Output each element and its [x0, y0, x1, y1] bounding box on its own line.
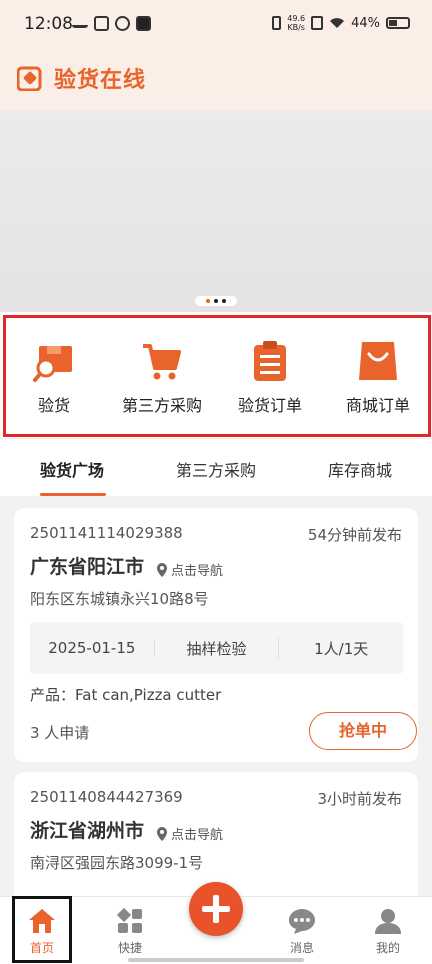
nav-label: 我的: [375, 941, 400, 955]
order-number: 2501141114029388: [30, 524, 183, 542]
nav-label: 快捷: [117, 941, 142, 955]
app-logo-icon: [17, 66, 42, 91]
order-details: 2025-01-15 抽样检验 1人/1天: [30, 622, 403, 674]
navigate-label: 点击导航: [171, 564, 224, 579]
nav-profile[interactable]: 我的: [358, 897, 418, 961]
battery-icon: [386, 17, 410, 29]
carousel-indicator: [195, 296, 237, 306]
quick-menu: 验货 第三方采购 验货订单 商城订单: [0, 312, 432, 438]
order-number: 2501140844427369: [30, 788, 183, 806]
banner-carousel[interactable]: [0, 110, 432, 312]
quick-menu-inspection-orders[interactable]: 验货订单: [216, 330, 324, 420]
nav-home[interactable]: 首页: [12, 897, 72, 961]
navigate-link[interactable]: 点击导航: [156, 824, 223, 843]
quick-menu-mall-orders[interactable]: 商城订单: [324, 330, 432, 420]
user-icon: [375, 909, 401, 934]
nav-messages[interactable]: 消息: [272, 897, 332, 961]
inspection-date: 2025-01-15: [30, 639, 155, 657]
app-title: 验货在线: [54, 68, 147, 93]
wifi-icon: [330, 18, 345, 28]
tab-inspection-square[interactable]: 验货广场: [12, 457, 132, 481]
quick-menu-label: 验货: [37, 396, 70, 415]
order-product: 产品：Fat can,Pizza cutter: [30, 686, 222, 704]
link-icon: [115, 16, 130, 31]
home-icon: [29, 909, 55, 933]
grid-icon: [116, 907, 142, 933]
status-bar: 12:08 49.6 KB/s 44%: [0, 0, 432, 52]
add-button[interactable]: [189, 882, 243, 936]
navigate-label: 点击导航: [171, 828, 224, 843]
inspection-method: 抽样检验: [155, 637, 280, 659]
sim-off-icon: [311, 16, 324, 30]
status-right: 49.6 KB/s 44%: [272, 14, 410, 32]
grab-order-button[interactable]: 抢单中: [309, 712, 417, 750]
applicant-count: 3 人申请: [30, 724, 90, 742]
tab-active-indicator: [40, 493, 106, 496]
quick-menu-label: 第三方采购: [121, 396, 202, 415]
app-notification-icon: [94, 16, 109, 31]
battery-percent: 44%: [351, 15, 380, 31]
order-address: 南浔区强园东路3099-1号: [30, 854, 204, 872]
app-header: 验货在线: [0, 52, 432, 110]
tiktok-icon: [136, 16, 151, 31]
network-speed: 49.6 KB/s: [287, 14, 306, 32]
nav-label: 首页: [29, 941, 54, 955]
nav-shortcuts[interactable]: 快捷: [100, 897, 160, 961]
location-pin-icon: [157, 562, 167, 577]
order-city: 广东省阳江市: [30, 556, 145, 578]
order-card[interactable]: 2501141114029388 54分钟前发布 广东省阳江市 点击导航 阳东区…: [14, 508, 418, 762]
status-time: 12:08: [24, 14, 73, 34]
location-pin-icon: [157, 826, 167, 841]
quick-menu-inspection[interactable]: 验货: [0, 330, 108, 420]
staffing: 1人/1天: [314, 639, 369, 658]
quick-menu-label: 商城订单: [345, 396, 410, 415]
box-search-icon: [33, 346, 72, 382]
quick-menu-third-party-purchase[interactable]: 第三方采购: [108, 330, 216, 420]
clipboard-icon: [254, 341, 286, 381]
tab-bar: 验货广场 第三方采购 库存商城: [0, 438, 432, 496]
shopping-bag-icon: [359, 342, 397, 380]
order-city: 浙江省湖州市: [30, 820, 145, 842]
quick-menu-label: 验货订单: [237, 396, 302, 415]
chat-icon: [289, 909, 315, 934]
navigate-link[interactable]: 点击导航: [156, 560, 223, 579]
carousel-dot-3: [222, 299, 226, 303]
posted-time: 54分钟前发布: [307, 526, 402, 544]
notification-icons: [72, 16, 151, 31]
order-address: 阳东区东城镇永兴10路8号: [30, 590, 209, 608]
posted-time: 3小时前发布: [317, 790, 402, 808]
nav-label: 消息: [289, 941, 314, 955]
carousel-dot-2: [214, 299, 218, 303]
tab-inventory-mall[interactable]: 库存商城: [300, 457, 420, 481]
carousel-dot-1: [206, 299, 210, 303]
tab-third-party-purchase[interactable]: 第三方采购: [156, 457, 276, 481]
gesture-bar: [128, 958, 304, 962]
vibrate-icon: [272, 16, 282, 30]
crown-icon: [72, 16, 88, 28]
cart-icon: [143, 344, 181, 380]
